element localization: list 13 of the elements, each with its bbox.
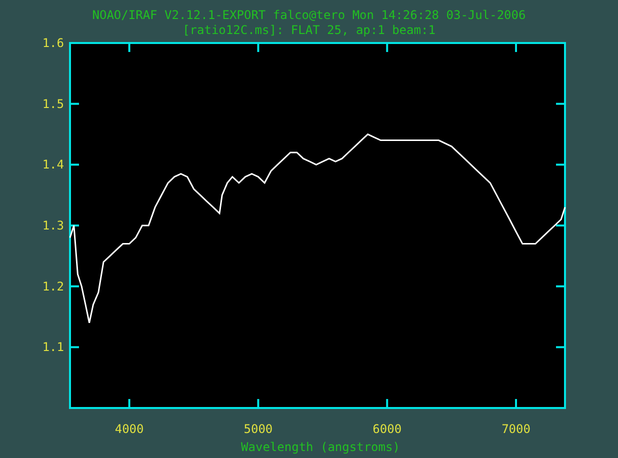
y-tick-label: 1.4 — [42, 158, 64, 172]
x-tick-label: 5000 — [244, 422, 273, 436]
y-tick-label: 1.1 — [42, 340, 64, 354]
x-axis-label: Wavelength (angstroms) — [241, 440, 400, 454]
x-tick-label: 7000 — [502, 422, 530, 436]
y-tick-label: 1.6 — [42, 38, 64, 50]
y-tick-label: 1.3 — [42, 218, 64, 232]
y-tick-label: 1.2 — [42, 279, 64, 294]
plot-title: NOAO/IRAF V2.12.1-EXPORT falco@tero Mon 14:26:28 03-Jul-2006 — [92, 8, 526, 23]
y-tick-label: 1.5 — [42, 96, 64, 111]
plot-subtitle: [ratio12C.ms]: FLAT 25, ap:1 beam:1 — [182, 23, 436, 38]
x-tick-label: 4000 — [114, 422, 144, 436]
x-tick-label: 6000 — [372, 422, 402, 436]
